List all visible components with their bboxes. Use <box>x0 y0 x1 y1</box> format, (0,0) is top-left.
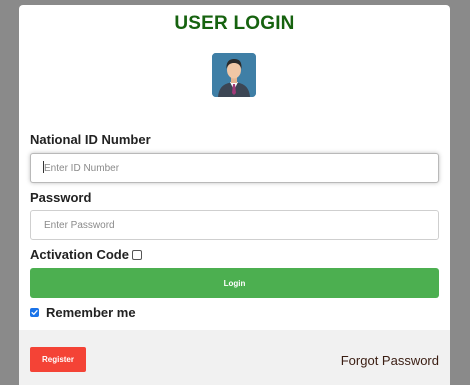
remember-me-checkbox[interactable] <box>30 308 39 317</box>
national-id-input[interactable] <box>30 153 439 183</box>
activation-code-label: Activation Code <box>30 247 129 262</box>
password-input[interactable] <box>30 210 439 240</box>
modal-footer: Register Forgot Password <box>19 330 450 385</box>
login-modal: USER LOGIN National ID Number Password A… <box>19 5 450 385</box>
user-avatar-icon <box>212 53 256 97</box>
forgot-password-link[interactable]: Forgot Password <box>341 353 439 368</box>
login-button[interactable]: Login <box>30 268 439 298</box>
activation-code-checkbox[interactable] <box>131 249 142 260</box>
password-label: Password <box>30 190 92 205</box>
activation-code-row: Activation Code <box>30 247 142 262</box>
page-title: USER LOGIN <box>174 13 295 34</box>
register-button[interactable]: Register <box>30 347 86 372</box>
national-id-label: National ID Number <box>30 132 151 147</box>
remember-me-row: Remember me <box>30 305 136 320</box>
remember-me-label: Remember me <box>46 305 136 320</box>
text-caret <box>43 161 44 173</box>
checkmark-icon <box>31 310 38 315</box>
